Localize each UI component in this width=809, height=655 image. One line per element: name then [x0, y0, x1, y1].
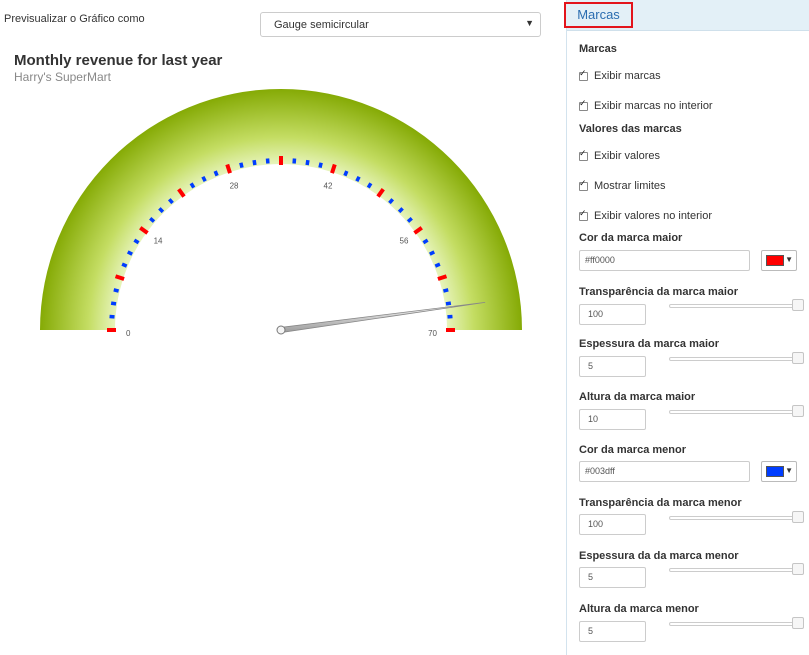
major-color-picker[interactable]: ▼: [761, 250, 797, 271]
show-ticks-inside-label: Exibir marcas no interior: [594, 100, 713, 112]
minor-height-slider[interactable]: [669, 617, 804, 629]
major-tick: [114, 274, 125, 281]
checkbox-checked-icon[interactable]: [579, 179, 588, 191]
major-color-label: Cor da marca maior: [579, 232, 683, 244]
minor-tick: [318, 162, 323, 169]
tick-label: 28: [230, 181, 239, 190]
dropdown-arrow-icon: ▼: [785, 466, 793, 475]
needle-pivot: [276, 325, 286, 335]
major-height-slider[interactable]: [669, 405, 804, 417]
minor-tick: [445, 301, 452, 306]
major-height-input[interactable]: 10: [579, 409, 646, 430]
minor-tick: [110, 301, 117, 306]
slider-track[interactable]: [669, 304, 799, 308]
minor-tick: [366, 182, 373, 189]
minor-height-input[interactable]: 5: [579, 621, 646, 642]
major-tick: [330, 163, 337, 174]
section-marcas-heading: Marcas: [579, 43, 617, 55]
minor-alpha-input[interactable]: 100: [579, 514, 646, 535]
minor-tick: [355, 175, 361, 182]
minor-alpha-label: Transparência da marca menor: [579, 497, 742, 509]
minor-thickness-input[interactable]: 5: [579, 567, 646, 588]
tick-label: 70: [428, 329, 437, 338]
major-alpha-slider[interactable]: [669, 299, 804, 311]
minor-tick: [189, 182, 196, 189]
minor-tick: [201, 175, 207, 182]
minor-tick: [121, 262, 128, 268]
minor-color-picker[interactable]: ▼: [761, 461, 797, 482]
checkbox-checked-icon[interactable]: [579, 69, 588, 81]
minor-tick: [149, 216, 156, 223]
minor-color-label: Cor da marca menor: [579, 444, 686, 456]
tab-marcas[interactable]: Marcas: [564, 2, 633, 28]
tick-label: 56: [400, 237, 409, 246]
slider-handle[interactable]: [792, 511, 804, 523]
minor-tick: [397, 207, 404, 214]
minor-thickness-label: Espessura da da marca menor: [579, 550, 739, 562]
minor-tick: [113, 288, 120, 293]
minor-tick: [422, 238, 429, 245]
slider-track[interactable]: [669, 622, 799, 626]
slider-track[interactable]: [669, 568, 799, 572]
checkbox-checked-icon[interactable]: [579, 209, 588, 221]
minor-tick: [442, 288, 449, 293]
major-thickness-label: Espessura da marca maior: [579, 338, 720, 350]
minor-tick: [167, 198, 174, 205]
slider-handle[interactable]: [792, 405, 804, 417]
minor-tick: [252, 159, 257, 166]
show-values-label: Exibir valores: [594, 150, 661, 162]
checkbox-checked-icon[interactable]: [579, 99, 588, 111]
minor-tick: [305, 159, 310, 166]
minor-tick: [158, 207, 165, 214]
tick-label: 0: [126, 329, 131, 338]
minor-height-label: Altura da marca menor: [579, 603, 699, 615]
major-color-input[interactable]: #ff0000: [579, 250, 750, 271]
slider-handle[interactable]: [792, 352, 804, 364]
major-tick: [225, 163, 232, 174]
minor-tick: [343, 170, 349, 177]
slider-track[interactable]: [669, 357, 799, 361]
slider-handle[interactable]: [792, 563, 804, 575]
minor-tick: [126, 250, 133, 256]
gauge-band-arc: [40, 89, 522, 330]
minor-color-input[interactable]: #003dff: [579, 461, 750, 482]
major-alpha-input[interactable]: 100: [579, 304, 646, 325]
minor-tick: [133, 238, 140, 245]
panel-header: Marcas: [564, 0, 809, 31]
slider-track[interactable]: [669, 516, 799, 520]
major-alpha-label: Transparência da marca maior: [579, 286, 738, 298]
dropdown-arrow-icon: ▼: [785, 255, 793, 264]
show-limits-label: Mostrar limites: [594, 180, 666, 192]
show-ticks-label: Exibir marcas: [594, 70, 661, 82]
tick-label: 14: [154, 237, 163, 246]
gauge-band: [40, 89, 522, 330]
slider-handle[interactable]: [792, 617, 804, 629]
checkbox-checked-icon[interactable]: [579, 149, 588, 161]
properties-panel: Marcas Marcas Exibir marcas Exibir marca…: [564, 0, 809, 655]
section-values-heading: Valores das marcas: [579, 123, 682, 135]
minor-tick: [213, 170, 219, 177]
minor-tick: [434, 262, 441, 268]
minor-tick: [406, 216, 413, 223]
minor-tick: [388, 198, 395, 205]
major-height-label: Altura da marca maior: [579, 391, 696, 403]
tick-label: 42: [324, 181, 333, 190]
minor-thickness-slider[interactable]: [669, 563, 804, 575]
show-values-inside-label: Exibir valores no interior: [594, 210, 712, 222]
minor-color-swatch: [766, 466, 784, 477]
slider-handle[interactable]: [792, 299, 804, 311]
major-thickness-input[interactable]: 5: [579, 356, 646, 377]
minor-tick: [239, 162, 244, 169]
gauge-chart: 0 14 28 42 56 70: [40, 89, 522, 338]
major-tick: [437, 274, 448, 281]
major-color-swatch: [766, 255, 784, 266]
minor-alpha-slider[interactable]: [669, 511, 804, 523]
minor-tick: [429, 250, 436, 256]
slider-track[interactable]: [669, 410, 799, 414]
major-thickness-slider[interactable]: [669, 352, 804, 364]
